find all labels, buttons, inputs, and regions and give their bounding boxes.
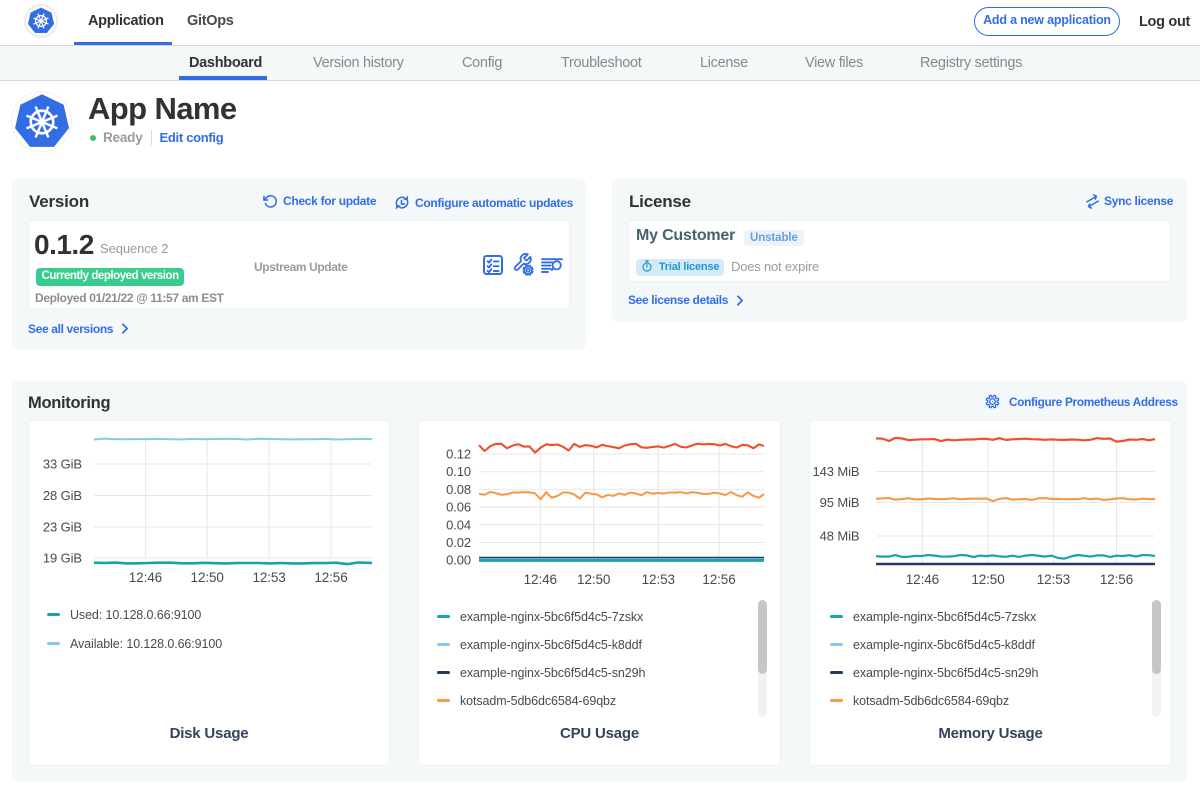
- svg-text:0.12: 0.12: [446, 447, 471, 462]
- svg-text:0.06: 0.06: [446, 500, 471, 515]
- svg-text:143 MiB: 143 MiB: [813, 464, 860, 479]
- svg-text:95 MiB: 95 MiB: [820, 495, 860, 510]
- svg-text:12:50: 12:50: [971, 572, 1004, 587]
- svg-text:23 GiB: 23 GiB: [43, 520, 82, 535]
- svg-text:19 GiB: 19 GiB: [43, 551, 82, 566]
- svg-text:33 GiB: 33 GiB: [43, 457, 82, 472]
- svg-text:12:56: 12:56: [1100, 572, 1133, 587]
- svg-text:12:46: 12:46: [129, 570, 162, 585]
- svg-text:0.02: 0.02: [446, 535, 471, 550]
- svg-text:12:46: 12:46: [906, 572, 939, 587]
- svg-text:12:53: 12:53: [1037, 572, 1070, 587]
- svg-text:12:56: 12:56: [702, 572, 735, 587]
- svg-text:12:50: 12:50: [577, 572, 610, 587]
- svg-text:48 MiB: 48 MiB: [820, 529, 860, 544]
- svg-text:12:50: 12:50: [191, 570, 224, 585]
- svg-text:12:53: 12:53: [252, 570, 285, 585]
- svg-text:12:53: 12:53: [642, 572, 675, 587]
- svg-text:0.04: 0.04: [446, 517, 471, 532]
- svg-text:0.10: 0.10: [446, 464, 471, 479]
- svg-text:28 GiB: 28 GiB: [43, 488, 82, 503]
- svg-text:12:56: 12:56: [314, 570, 347, 585]
- svg-text:0.08: 0.08: [446, 482, 471, 497]
- svg-text:0.00: 0.00: [446, 553, 471, 568]
- svg-text:12:46: 12:46: [524, 572, 557, 587]
